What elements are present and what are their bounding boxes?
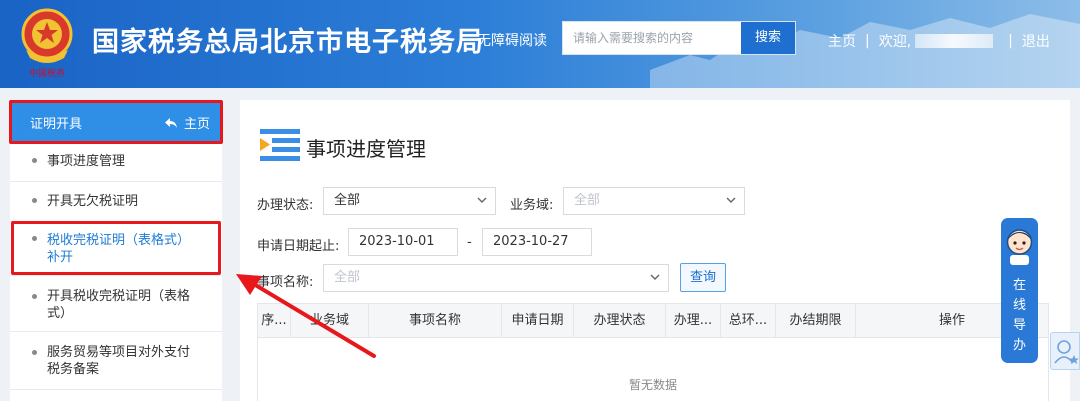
sidebar-item-service-trade-filing[interactable]: 服务贸易等项目对外支付 税务备案 [10,332,222,390]
status-label: 办理状态: [257,198,314,213]
nav-separator: | [1008,33,1013,49]
bullet-icon [32,294,37,299]
domain-label: 业务域: [510,198,554,213]
status-select-value: 全部 [334,193,361,208]
assistant-avatar-icon [1006,229,1033,265]
site-header: 中国税务 国家税务总局北京市电子税务局 无障碍阅读 搜索 主页 | 欢迎, | … [0,0,1080,88]
sidebar-item-label: 开具无欠税证明 [47,194,139,209]
online-guide-label: 在 线 导 办 [1012,278,1026,353]
highlight-box-selected-item [11,221,221,275]
user-star-icon [1054,340,1079,364]
domain-select-value: 全部 [574,193,601,208]
table-header: 序... 业务域 事项名称 申请日期 办理状态 办理... 总环... 办结期限… [258,304,1048,338]
bullet-icon [32,198,37,203]
column-header[interactable]: 序... [258,304,291,338]
column-header[interactable]: 办结期限 [776,304,856,338]
date-separator: - [467,235,472,250]
svg-text:中国税务: 中国税务 [29,67,65,79]
date-range-label: 申请日期起止: [257,239,340,254]
column-header[interactable]: 申请日期 [502,304,574,338]
main-panel: 事项进度管理 办理状态: 全部 业务域: 全部 申请日期起止: 2023-10-… [240,100,1070,401]
welcome-text: 欢迎, [878,34,912,50]
column-header[interactable]: 总环... [721,304,776,338]
domain-select[interactable]: 全部 [563,187,745,215]
column-header[interactable]: 事项名称 [369,304,502,338]
sidebar-item-no-arrears-cert[interactable]: 开具无欠税证明 [10,182,222,222]
date-from-input[interactable]: 2023-10-01 [348,228,458,256]
home-link[interactable]: 主页 [828,31,856,51]
tax-emblem-logo: 中国税务 [21,8,73,79]
search-input[interactable] [563,22,743,54]
sidebar-item-label: 事项进度管理 [47,154,126,169]
logout-link[interactable]: 退出 [1022,31,1050,51]
sidebar-item-label: 服务贸易等项目对外支付 税务备案 [47,345,191,377]
column-header[interactable]: 办理... [666,304,721,338]
nav-separator: | [865,33,870,49]
list-title-icon [260,129,300,161]
status-select[interactable]: 全部 [323,187,496,215]
column-header[interactable]: 办理状态 [574,304,666,338]
chevron-down-icon [650,274,660,280]
search-box: 搜索 [562,21,796,55]
item-name-select[interactable]: 全部 [323,264,669,292]
results-table: 序... 业务域 事项名称 申请日期 办理状态 办理... 总环... 办结期限… [257,303,1049,401]
site-title: 国家税务总局北京市电子税务局 [92,27,484,58]
bullet-icon [32,158,37,163]
bullet-icon [32,350,37,355]
column-header[interactable]: 业务域 [291,304,369,338]
item-name-select-value: 全部 [334,270,361,285]
top-nav: 主页 | 欢迎, | 退出 [828,31,1050,51]
sidebar-item-progress[interactable]: 事项进度管理 [10,142,222,182]
search-button[interactable]: 搜索 [741,22,795,54]
empty-state-text: 暂无数据 [628,378,677,392]
chevron-down-icon [726,197,736,203]
masked-username [915,34,994,48]
user-service-button[interactable] [1050,332,1080,370]
date-to-input[interactable]: 2023-10-27 [482,228,592,256]
online-guide-widget[interactable]: 在 线 导 办 [1001,218,1038,363]
item-name-label: 事项名称: [257,275,314,290]
sidebar-item-label: 开具税收完税证明（表格 式） [47,289,191,321]
highlight-box-sidebar-header [9,100,223,144]
accessibility-link[interactable]: 无障碍阅读 [477,30,547,50]
page-title: 事项进度管理 [306,137,426,161]
query-button[interactable]: 查询 [680,263,726,292]
chevron-down-icon [477,197,487,203]
sidebar-item-tax-cert-issue[interactable]: 开具税收完税证明（表格 式） [10,276,222,332]
